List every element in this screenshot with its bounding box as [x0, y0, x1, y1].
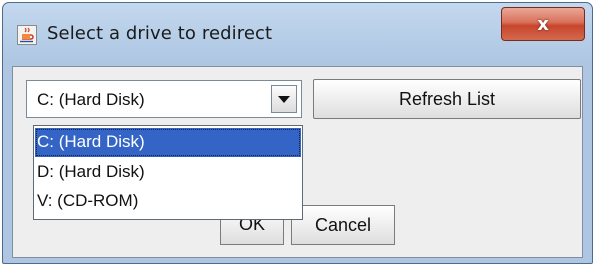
- title-bar[interactable]: Select a drive to redirect x: [3, 3, 592, 59]
- refresh-list-button[interactable]: Refresh List: [313, 79, 581, 119]
- drive-combobox-value: C: (Hard Disk): [37, 90, 145, 109]
- drive-option[interactable]: V: (CD-ROM): [35, 187, 301, 216]
- window-title: Select a drive to redirect: [47, 23, 273, 44]
- drive-combobox[interactable]: C: (Hard Disk): [26, 80, 302, 118]
- chevron-down-icon: [278, 95, 290, 103]
- drive-option[interactable]: D: (Hard Disk): [35, 158, 301, 187]
- close-button[interactable]: x: [501, 7, 585, 41]
- drive-dropdown-list[interactable]: C: (Hard Disk) D: (Hard Disk) V: (CD-ROM…: [33, 125, 303, 220]
- cancel-button[interactable]: Cancel: [291, 205, 395, 245]
- drive-option[interactable]: C: (Hard Disk): [35, 128, 301, 157]
- combobox-dropdown-button[interactable]: [271, 85, 297, 113]
- close-icon: x: [537, 13, 549, 35]
- java-coffee-icon: [17, 25, 37, 45]
